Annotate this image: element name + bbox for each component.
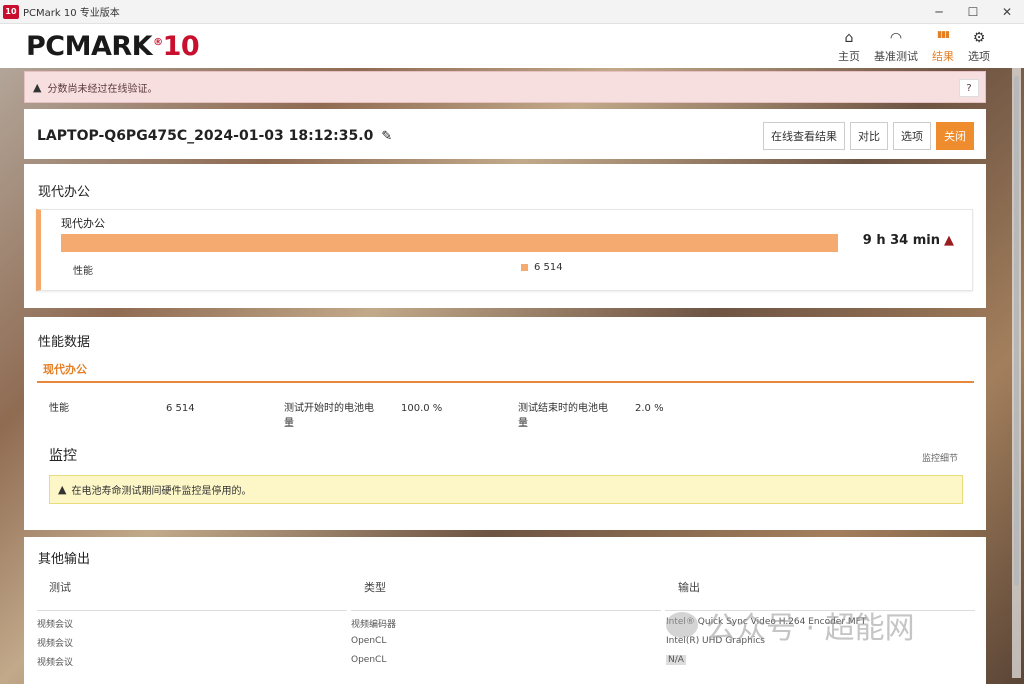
- battery-end-label: 测试结束时的电池电量: [518, 403, 608, 429]
- header-divider: [37, 610, 347, 611]
- perf-value: 6 514: [521, 262, 563, 273]
- run-name: LAPTOP-Q6PG475C_2024-01-03 18:12:35.0: [37, 128, 374, 144]
- nav-benchmarks[interactable]: ◠ 基准测试: [874, 28, 918, 64]
- table-cell: 视频会议: [37, 658, 74, 668]
- nav-options[interactable]: ⚙ 选项: [968, 28, 990, 64]
- logo-number: ®10: [153, 30, 200, 62]
- table-cell: 视频编码器: [351, 620, 397, 630]
- logo-number-text: 10: [162, 30, 200, 62]
- perf-item-value: 6 514: [166, 403, 195, 414]
- column-header-test: 测试: [49, 581, 71, 594]
- main-nav: ⌂ 主页 ◠ 基准测试 ▮▮▮ 结果 ⚙ 选项: [838, 28, 990, 64]
- scrollbar[interactable]: [1012, 68, 1021, 678]
- benchmark-result-box: 现代办公 9 h 34 min ▲ 性能 6 514: [36, 209, 973, 291]
- nav-home[interactable]: ⌂ 主页: [838, 28, 860, 64]
- column-header-output: 输出: [678, 581, 700, 594]
- validation-warning-text: 分数尚未经过在线验证。: [47, 83, 158, 95]
- battery-end-value: 2.0 %: [635, 403, 664, 414]
- window-title: PCMark 10 专业版本: [23, 8, 120, 19]
- maximize-button[interactable]: ☐: [956, 0, 990, 24]
- window-titlebar: 10 PCMark 10 专业版本 ─ ☐ ✕: [0, 0, 1024, 24]
- nav-options-label: 选项: [968, 50, 990, 63]
- edit-icon[interactable]: ✎: [381, 129, 392, 144]
- view-online-button[interactable]: 在线查看结果: [763, 122, 845, 150]
- nav-results[interactable]: ▮▮▮ 结果: [932, 28, 954, 64]
- gauge-icon: ◠: [889, 30, 903, 46]
- battery-time: 9 h 34 min ▲: [863, 233, 954, 248]
- battery-start-value: 100.0 %: [401, 403, 443, 414]
- column-header-type: 类型: [364, 581, 386, 594]
- help-button[interactable]: ?: [959, 79, 979, 97]
- perf-value-text: 6 514: [534, 262, 563, 273]
- perf-item-label: 性能: [49, 403, 69, 414]
- tab-modern-office[interactable]: 现代办公: [43, 361, 87, 377]
- nav-home-label: 主页: [838, 50, 860, 63]
- perf-label: 性能: [73, 266, 93, 277]
- table-cell: OpenCL: [351, 655, 387, 665]
- monitor-notice-text: 在电池寿命测试期间硬件监控是停用的。: [71, 486, 252, 497]
- results-content: ▲ 分数尚未经过在线验证。 ? LAPTOP-Q6PG475C_2024-01-…: [24, 68, 986, 684]
- performance-data-card: 性能数据 现代办公 性能 6 514 测试开始时的电池电量 100.0 % 测试…: [24, 317, 986, 530]
- home-icon: ⌂: [844, 30, 854, 46]
- nav-benchmarks-label: 基准测试: [874, 50, 918, 63]
- monitor-disabled-notice: ▲ 在电池寿命测试期间硬件监控是停用的。: [49, 475, 963, 504]
- scrollbar-thumb[interactable]: [1014, 76, 1019, 586]
- options-button[interactable]: 选项: [893, 122, 931, 150]
- monitor-details-link[interactable]: 监控细节: [922, 451, 958, 464]
- app-header: PCMARK ®10 ⌂ 主页 ◠ 基准测试 ▮▮▮ 结果 ⚙ 选项: [0, 24, 1024, 68]
- app-icon: 10: [3, 4, 19, 19]
- validation-warning-banner: ▲ 分数尚未经过在线验证。 ?: [24, 71, 986, 103]
- wechat-icon: [666, 612, 698, 638]
- table-cell: 视频会议: [37, 620, 74, 630]
- pcmark-logo: PCMARK ®10: [26, 30, 200, 62]
- logo-reg: ®: [153, 36, 163, 48]
- modern-office-card: 现代办公 现代办公 9 h 34 min ▲ 性能 6 514: [24, 164, 986, 308]
- logo-text: PCMARK: [26, 30, 153, 62]
- table-cell: N/A: [666, 655, 686, 665]
- compare-button[interactable]: 对比: [850, 122, 888, 150]
- modern-office-section-title: 现代办公: [38, 185, 91, 200]
- minimize-button[interactable]: ─: [922, 0, 956, 24]
- battery-time-value: 9 h 34 min: [862, 233, 940, 248]
- other-output-section-title: 其他输出: [38, 552, 91, 567]
- benchmark-name: 现代办公: [61, 217, 105, 230]
- header-divider: [351, 610, 661, 611]
- run-header-card: LAPTOP-Q6PG475C_2024-01-03 18:12:35.0 ✎ …: [24, 109, 986, 159]
- table-cell: 视频会议: [37, 639, 74, 649]
- tab-underline: [37, 381, 974, 383]
- table-cell: OpenCL: [351, 636, 387, 646]
- legend-swatch: [521, 264, 528, 271]
- battery-start-label: 测试开始时的电池电量: [284, 403, 374, 429]
- monitor-title: 监控: [49, 448, 77, 464]
- run-actions: 在线查看结果 对比 选项 关闭: [763, 122, 974, 150]
- close-window-button[interactable]: ✕: [990, 0, 1024, 24]
- run-title: LAPTOP-Q6PG475C_2024-01-03 18:12:35.0 ✎: [37, 128, 392, 144]
- watermark: 公众号 · 超能网: [666, 603, 915, 647]
- gear-icon: ⚙: [972, 30, 986, 46]
- window-controls: ─ ☐ ✕: [922, 0, 1024, 24]
- bar-chart-icon: ▮▮▮: [937, 30, 950, 40]
- warning-icon: ▲: [33, 80, 42, 94]
- warning-icon: ▲: [58, 483, 67, 496]
- watermark-text: 公众号 · 超能网: [706, 611, 915, 646]
- alert-icon: ▲: [944, 233, 954, 248]
- perf-data-section-title: 性能数据: [38, 335, 91, 350]
- close-result-button[interactable]: 关闭: [936, 122, 974, 150]
- nav-results-label: 结果: [932, 50, 954, 63]
- score-bar: [61, 234, 838, 252]
